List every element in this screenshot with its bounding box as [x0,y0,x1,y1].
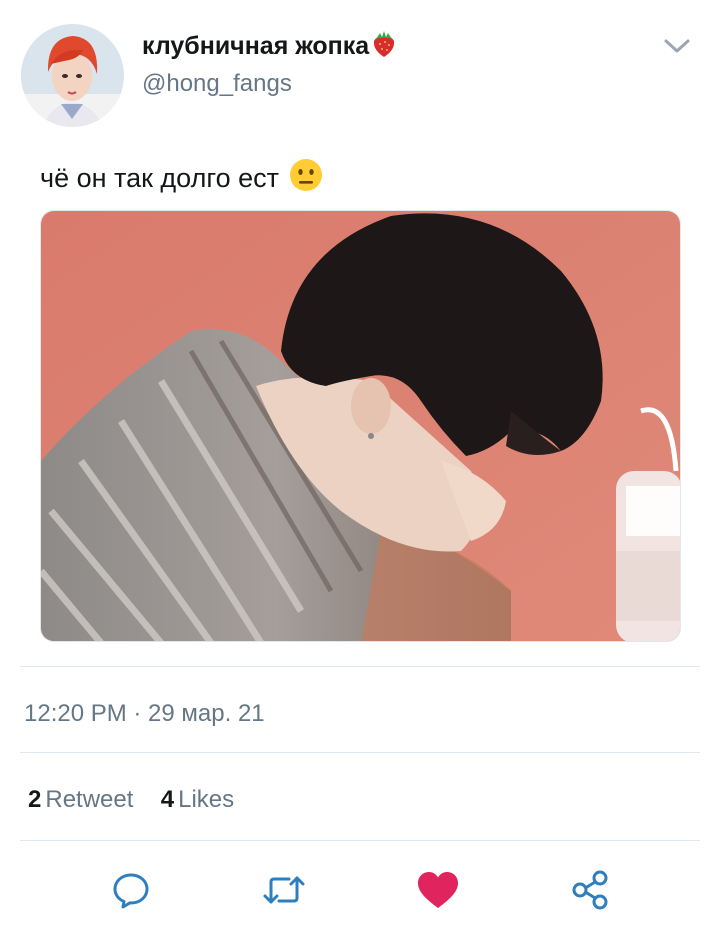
retweet-count: 2 [28,786,42,813]
tweet-timestamp[interactable]: 12:20 PM · 29 мар. 21 [24,700,265,728]
tweet-card: клубничная жопка @hong_fangs чё он так д… [0,0,720,936]
strawberry-icon [374,31,395,57]
divider [20,840,700,841]
chevron-down-icon[interactable] [663,36,691,56]
like-button[interactable] [414,866,462,914]
neutral-face-icon [289,158,323,199]
likes-count: 4 [160,786,175,813]
tweet-text: чё он так долго ест [40,158,323,199]
likes-stat[interactable]: 4 Likes [154,786,234,813]
share-nodes-icon [572,870,608,910]
photo-image [41,211,680,641]
retweet-button[interactable] [260,866,308,914]
retweet-label: Retweet [45,786,134,813]
display-name-text: клубничная жопка [142,32,370,60]
tweet-text-body: чё он так долго ест [40,163,279,193]
retweet-stat[interactable]: 2 Retweet [28,786,140,813]
tweet-stats: 2 Retweet 4 Likes [28,786,234,814]
reply-button[interactable] [107,866,155,914]
heart-icon [418,872,458,908]
speech-bubble-icon [113,873,149,909]
avatar-image [21,24,124,127]
avatar[interactable] [21,24,124,127]
user-handle[interactable]: @hong_fangs [142,70,292,98]
share-button[interactable] [567,866,615,914]
divider [20,752,700,753]
divider [20,666,700,667]
likes-label: Likes [178,786,235,813]
tweet-media-photo[interactable] [40,210,681,642]
display-name[interactable]: клубничная жопка [142,30,397,61]
retweet-arrows-icon [263,876,305,904]
